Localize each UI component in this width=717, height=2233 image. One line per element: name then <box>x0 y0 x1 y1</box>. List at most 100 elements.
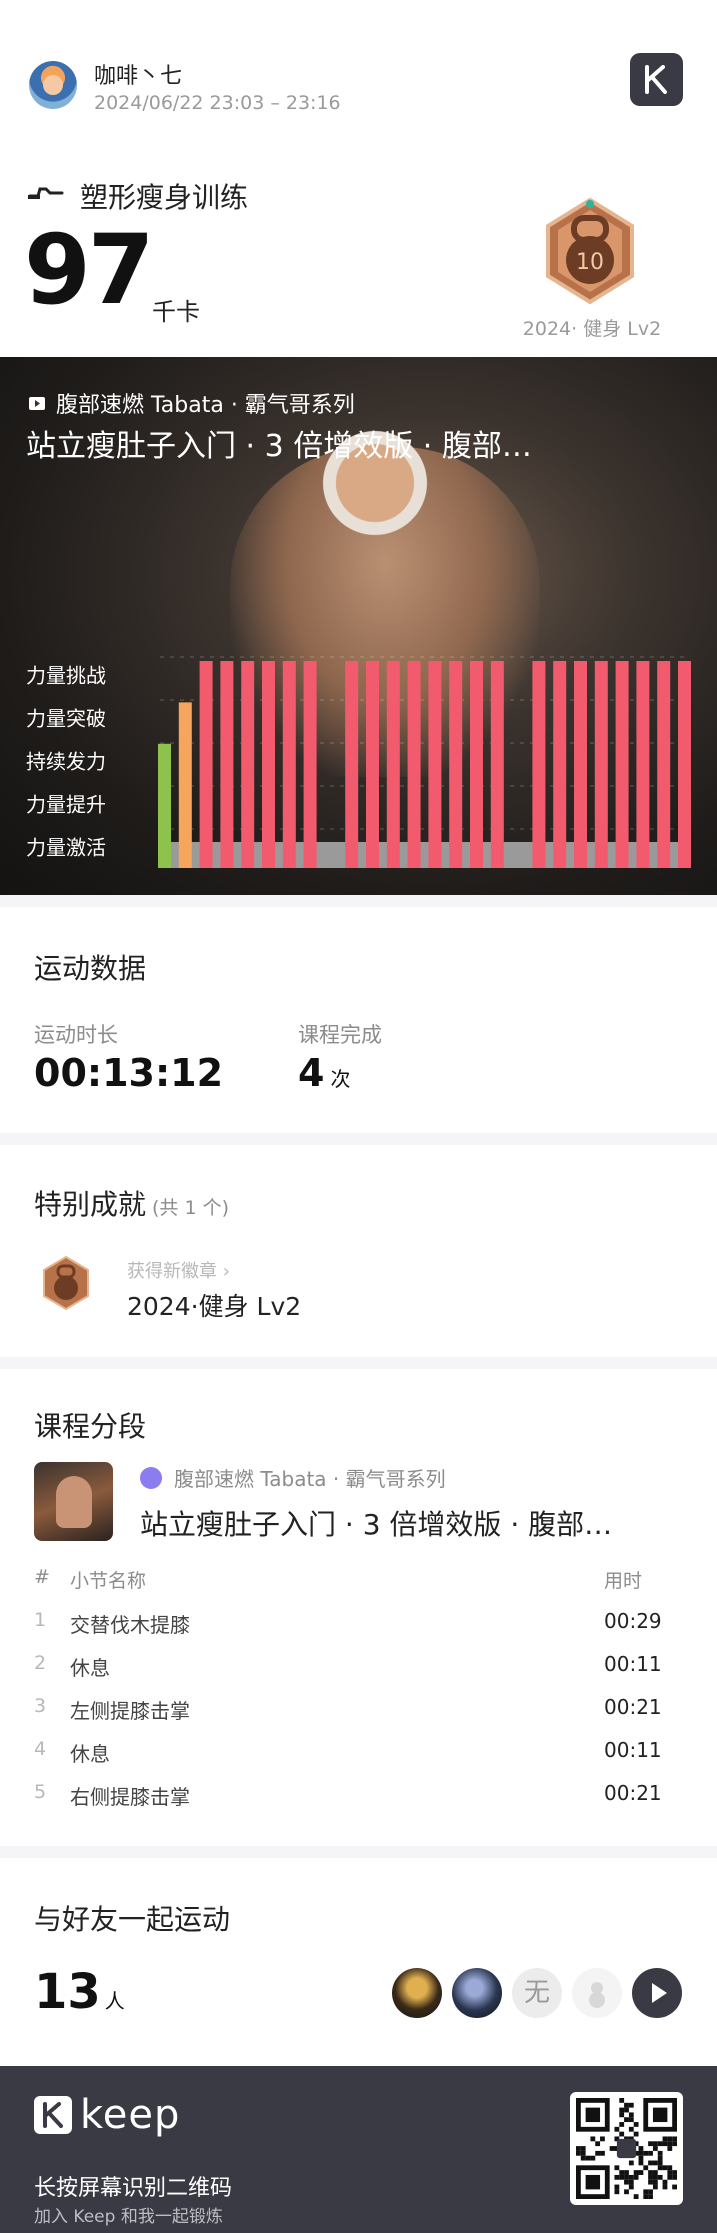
qr-module <box>662 2184 668 2190</box>
qr-module <box>643 2165 649 2171</box>
qr-module <box>662 2136 668 2142</box>
qr-module <box>643 2150 649 2156</box>
completion-value: 4 <box>298 1051 325 1095</box>
play-button[interactable] <box>632 1968 682 2018</box>
qr-cta: 长按屏幕识别二维码 <box>34 2176 233 2201</box>
qr-module <box>652 2174 658 2180</box>
qr-module <box>624 2179 629 2185</box>
qr-module <box>652 2170 658 2175</box>
row-time: 00:21 <box>604 1781 662 1805</box>
chart-bar <box>241 661 255 868</box>
completion-stat: 4次 <box>298 1051 350 1095</box>
friends-title: 与好友一起运动 <box>34 1903 231 1936</box>
qr-module <box>672 2174 677 2180</box>
medal-caption: 2024· 健身 Lv2 <box>522 318 662 340</box>
chart-bar <box>594 661 608 868</box>
qr-module <box>662 2165 668 2171</box>
qr-module <box>657 2150 663 2156</box>
qr-module <box>652 2184 658 2190</box>
summary-header: 咖啡丶七 2024/06/22 23:03 – 23:16 塑形瘦身训练 97 … <box>0 0 717 357</box>
qr-center-logo <box>616 2138 637 2159</box>
qr-module <box>648 2141 653 2147</box>
achievements-title: 特别成就 <box>34 1188 147 1221</box>
course-thumbnail[interactable] <box>34 1462 113 1541</box>
chart-bar <box>386 661 400 868</box>
qr-module <box>624 2170 629 2175</box>
qr-module <box>576 2146 581 2151</box>
chart-bar <box>303 661 317 868</box>
course-series-label: 腹部速燃 Tabata · 霸气哥系列 <box>174 1467 446 1491</box>
qr-module <box>648 2174 653 2180</box>
qr-module <box>628 2117 634 2123</box>
qr-module <box>609 2146 615 2151</box>
qr-module <box>657 2160 663 2166</box>
qr-module <box>672 2136 677 2142</box>
qr-module <box>590 2136 596 2142</box>
qr-module <box>652 2179 658 2185</box>
qr-module <box>648 2189 653 2195</box>
chart-ytick-label: 力量激活 <box>26 836 106 860</box>
qr-subtext: 加入 Keep 和我一起锻炼 <box>34 2207 223 2227</box>
chart-ytick-label: 力量提升 <box>26 793 106 817</box>
qr-module <box>638 2155 644 2161</box>
row-index: 3 <box>34 1695 47 1717</box>
divider <box>0 895 717 907</box>
qr-module <box>657 2141 663 2147</box>
chart-bar <box>490 661 504 868</box>
qr-module <box>667 2136 673 2142</box>
qr-module <box>657 2155 663 2161</box>
divider <box>0 1846 717 1858</box>
qr-module <box>657 2174 663 2180</box>
qr-module <box>652 2141 658 2147</box>
qr-module <box>648 2194 653 2199</box>
qr-module <box>657 2165 663 2171</box>
qr-module <box>619 2122 625 2127</box>
qr-module <box>628 2179 634 2185</box>
chart-bar <box>366 661 379 868</box>
course-hero[interactable]: 腹部速燃 Tabata · 霸气哥系列 站立瘦肚子入门 · 3 倍增效版 · 腹… <box>0 357 717 895</box>
chart-ytick-label: 持续发力 <box>26 750 106 774</box>
kettlebell-medal-icon[interactable] <box>38 1255 94 1311</box>
qr-module <box>628 2112 634 2118</box>
friends-unit: 人 <box>104 1989 125 2013</box>
friend-avatar[interactable] <box>452 1968 502 2018</box>
qr-code[interactable] <box>570 2092 683 2205</box>
qr-module <box>662 2141 668 2147</box>
col-index: # <box>34 1566 50 1588</box>
achievements-title-row: 特别成就 (共 1 个) <box>34 1183 229 1223</box>
course-name[interactable]: 站立瘦肚子入门 · 3 倍增效版 · 腹部… <box>140 1503 680 1543</box>
friend-avatar-placeholder[interactable] <box>572 1968 622 2018</box>
qr-module <box>619 2112 625 2118</box>
qr-module <box>600 2136 605 2142</box>
keep-logo-button[interactable] <box>630 53 683 106</box>
achievement-name[interactable]: 2024·健身 Lv2 <box>127 1287 301 1323</box>
qr-module <box>667 2146 673 2151</box>
new-badge-link[interactable]: 获得新徽章 › <box>127 1257 230 1283</box>
qr-module <box>638 2150 644 2156</box>
chart-bar <box>636 661 650 868</box>
friend-avatar[interactable] <box>392 1968 442 2018</box>
row-time: 00:29 <box>604 1609 662 1633</box>
chart-bar <box>470 661 483 868</box>
qr-module <box>638 2170 644 2175</box>
achievements-count: (共 1 个) <box>152 1197 230 1219</box>
duration-value: 00:13:12 <box>34 1051 224 1095</box>
qr-module <box>580 2155 586 2161</box>
chart-bar <box>428 661 442 868</box>
keep-k-icon <box>34 2096 72 2134</box>
qr-module <box>624 2174 629 2180</box>
course-section-title: 课程分段 <box>34 1410 147 1443</box>
qr-module <box>628 2174 634 2180</box>
friend-avatar-none[interactable]: 无 <box>512 1968 562 2018</box>
user-name[interactable]: 咖啡丶七 <box>94 58 182 90</box>
user-avatar[interactable] <box>29 61 77 109</box>
qr-module <box>619 2170 625 2175</box>
qr-module <box>643 2189 649 2195</box>
chart-bar <box>158 743 171 868</box>
chart-bar <box>199 661 213 868</box>
kettlebell-medal-icon[interactable]: 10 <box>534 196 646 306</box>
qr-module <box>672 2170 677 2175</box>
row-name: 交替伐木提膝 <box>70 1613 190 1637</box>
friends-count-row: 13 人 <box>34 1964 125 2020</box>
qr-module <box>614 2126 620 2132</box>
